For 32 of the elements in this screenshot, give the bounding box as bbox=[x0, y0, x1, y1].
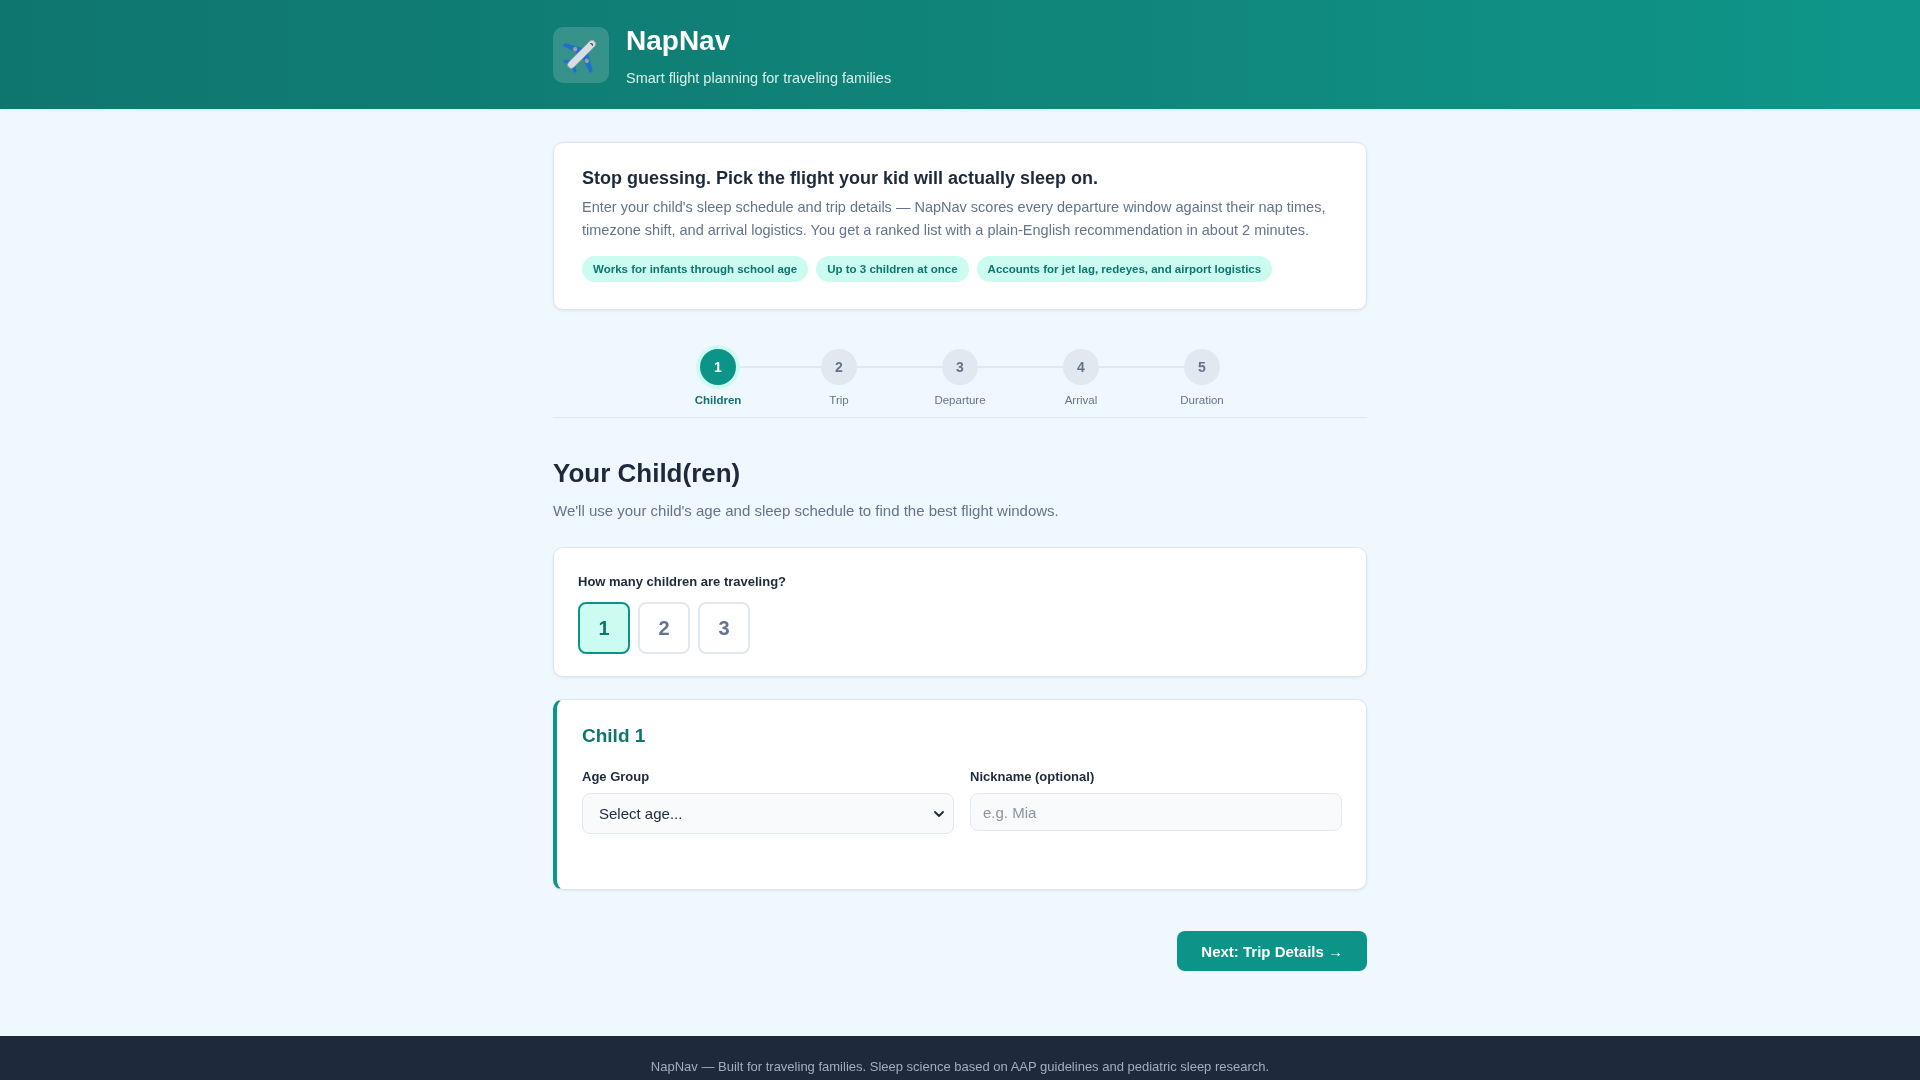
step-label: Duration bbox=[1180, 393, 1224, 407]
step-label: Children bbox=[694, 393, 742, 407]
app-title: NapNav bbox=[626, 26, 732, 56]
section-subtitle: We'll use your child's age and sleep schedule to find the best flight windows. bbox=[553, 501, 1060, 521]
step-number[interactable]: 2 bbox=[821, 349, 857, 385]
chevron-down-icon bbox=[934, 810, 944, 817]
step-number[interactable]: 4 bbox=[1063, 349, 1099, 385]
app-tagline: Smart flight planning for traveling families bbox=[626, 69, 892, 87]
field-label: Nickname (optional) bbox=[970, 768, 1096, 786]
step-number[interactable]: 1 bbox=[700, 349, 736, 385]
step-label: Trip bbox=[829, 393, 849, 407]
step-label: Arrival bbox=[1064, 393, 1098, 407]
section-heading: Your Child(ren) bbox=[553, 457, 742, 489]
step-number[interactable]: 3 bbox=[942, 349, 978, 385]
child-heading: Child 1 bbox=[582, 724, 647, 748]
count-option[interactable]: 1 bbox=[578, 602, 630, 654]
field-label: Age Group bbox=[582, 768, 651, 786]
age-select[interactable]: Select age... bbox=[582, 793, 954, 834]
footer-text: NapNav — Built for traveling families. Sleep science based on AAP guidelines and pediatric sleep research. bbox=[650, 1059, 1270, 1074]
intro-heading: Stop guessing. Pick the flight your kid will actually sleep on. bbox=[582, 167, 1100, 190]
next-button[interactable]: Next: Trip Details → bbox=[1177, 931, 1367, 971]
nickname-field[interactable]: e.g. Mia bbox=[970, 793, 1342, 831]
airplane-icon bbox=[553, 27, 609, 83]
feature-tag: Up to 3 children at once bbox=[816, 256, 969, 282]
feature-tag: Accounts for jet lag, redeyes, and airport logistics bbox=[976, 256, 1273, 282]
intro-text: Enter your child's sleep schedule and trip details — NapNav scores every departure window against their nap times, timezone shift, and arrival logistics. You get a ranked list with a plain-English recommendation in about 2 minutes. bbox=[582, 198, 1327, 240]
field-label: How many children are traveling? bbox=[578, 573, 788, 591]
feature-tag: Works for infants through school age bbox=[582, 256, 809, 282]
step-label: Departure bbox=[934, 393, 986, 407]
count-option[interactable]: 3 bbox=[698, 602, 750, 654]
count-option[interactable]: 2 bbox=[638, 602, 690, 654]
step-number[interactable]: 5 bbox=[1184, 349, 1220, 385]
